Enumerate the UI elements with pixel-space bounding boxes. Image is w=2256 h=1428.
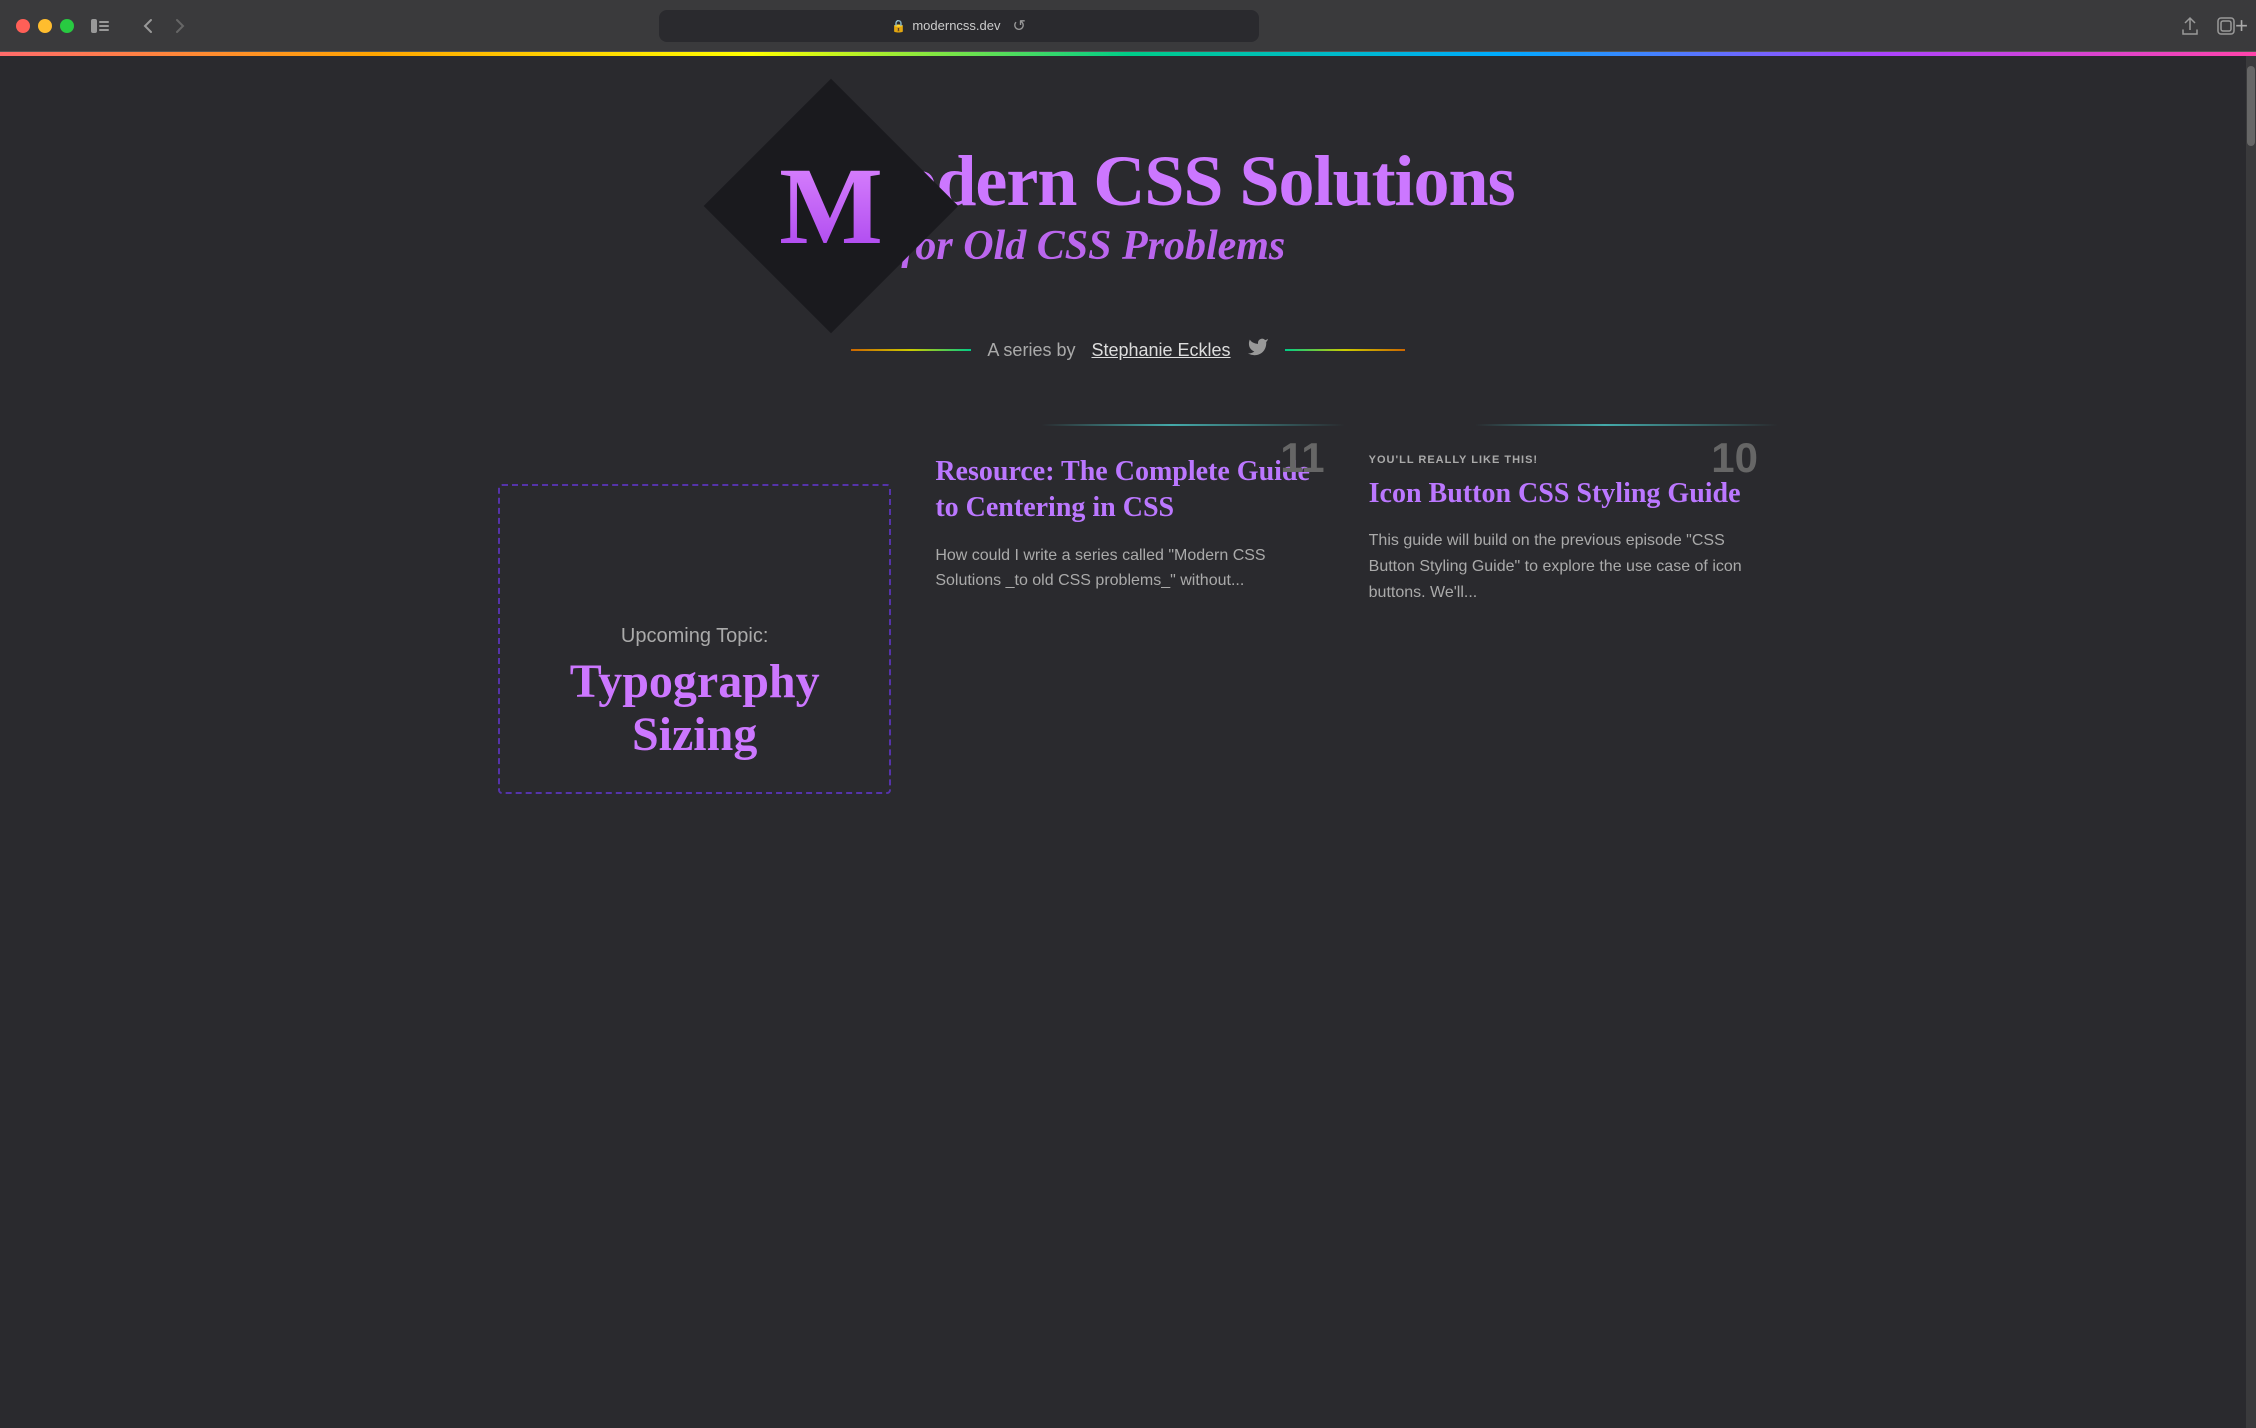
upcoming-title: TypographySizing: [570, 656, 820, 762]
card-10[interactable]: 10 YOU'LL REALLY LIKE THIS! Icon Button …: [1345, 424, 1778, 764]
card-title-11: Resource: The Complete Guide to Centerin…: [935, 454, 1320, 527]
upcoming-label: Upcoming Topic:: [621, 625, 768, 648]
divider-right: [1285, 349, 1405, 351]
address-bar[interactable]: 🔒 moderncss.dev ↺: [659, 10, 1259, 42]
maximize-button[interactable]: [60, 19, 74, 33]
header-section: M odern CSS Solutions for Old CSS Proble…: [20, 116, 2236, 364]
author-link[interactable]: Stephanie Eckles: [1091, 340, 1230, 361]
share-button[interactable]: [2176, 12, 2204, 40]
card-excerpt-10: This guide will build on the previous ep…: [1369, 528, 1754, 605]
card-number-11: 11: [1280, 434, 1324, 482]
title-text: odern CSS Solutions for Old CSS Problems: [901, 142, 1514, 269]
toolbar-right: [2176, 12, 2240, 40]
site-title: odern CSS Solutions: [901, 142, 1514, 221]
site-subtitle: for Old CSS Problems: [901, 222, 1514, 270]
title-main-text: odern CSS Solutions: [901, 141, 1514, 221]
scrollbar[interactable]: [2246, 56, 2256, 1428]
author-line: A series by Stephanie Eckles: [851, 336, 1404, 364]
minimize-button[interactable]: [38, 19, 52, 33]
twitter-icon[interactable]: [1247, 336, 1269, 364]
card-title-10: Icon Button CSS Styling Guide: [1369, 476, 1754, 512]
traffic-lights: [16, 19, 74, 33]
reload-button[interactable]: ↺: [1013, 16, 1026, 36]
diamond-logo: M: [704, 79, 959, 334]
card-line-10: [1345, 424, 1778, 426]
close-button[interactable]: [16, 19, 30, 33]
new-tab-button[interactable]: +: [2235, 13, 2248, 39]
scrollbar-thumb[interactable]: [2247, 66, 2255, 146]
logo-letter: M: [779, 151, 883, 261]
forward-button[interactable]: [166, 12, 194, 40]
card-number-10: 10: [1711, 434, 1758, 482]
card-excerpt-11: How could I write a series called "Moder…: [935, 543, 1320, 594]
browser-chrome: 🔒 moderncss.dev ↺ +: [0, 0, 2256, 52]
logo-area: M odern CSS Solutions for Old CSS Proble…: [741, 116, 1514, 296]
page-content: M odern CSS Solutions for Old CSS Proble…: [0, 56, 2256, 1428]
upcoming-card-inner[interactable]: Upcoming Topic: TypographySizing: [498, 484, 891, 794]
author-prefix: A series by: [987, 340, 1075, 361]
card-line-11: [911, 424, 1344, 426]
nav-buttons: [134, 12, 194, 40]
back-button[interactable]: [134, 12, 162, 40]
cards-section: Upcoming Topic: TypographySizing 11 Reso…: [478, 424, 1778, 814]
sidebar-toggle-button[interactable]: [86, 12, 114, 40]
card-11[interactable]: 11 Resource: The Complete Guide to Cente…: [911, 424, 1344, 764]
divider-left: [851, 349, 971, 351]
lock-icon: 🔒: [891, 19, 906, 33]
url-display: moderncss.dev: [912, 18, 1000, 33]
card-tag-10: YOU'LL REALLY LIKE THIS!: [1369, 454, 1754, 466]
card-upcoming: Upcoming Topic: TypographySizing: [478, 424, 911, 814]
